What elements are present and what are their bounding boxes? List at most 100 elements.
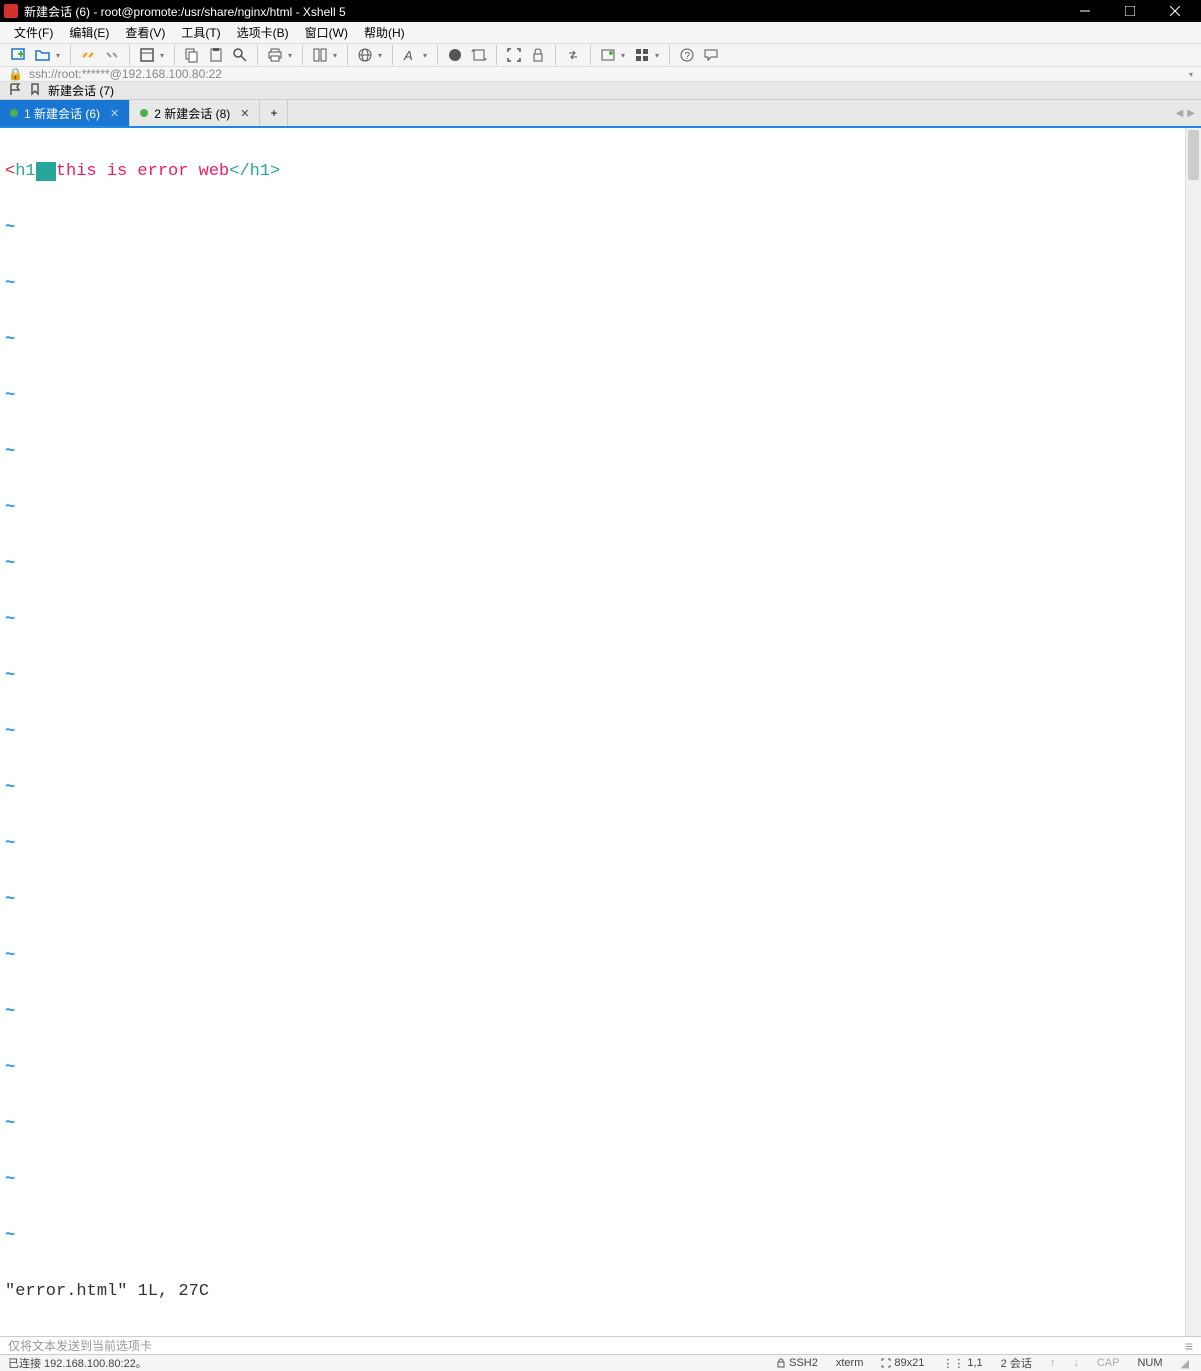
tab-bar: 1 新建会话 (6) ✕ 2 新建会话 (8) ✕ + ◀ ▶	[0, 100, 1201, 128]
app-icon	[4, 4, 18, 18]
separator	[257, 45, 258, 65]
terminal-tilde: ~	[5, 382, 1196, 410]
input-bar[interactable]: 仅将文本发送到当前选项卡 ≡	[0, 1336, 1201, 1355]
globe-icon[interactable]	[354, 44, 376, 66]
help-icon[interactable]: ?	[676, 44, 698, 66]
terminal-tilde: ~	[5, 886, 1196, 914]
terminal-line: <h1>this is error web</h1>	[5, 158, 1196, 186]
dropdown-icon[interactable]: ▾	[333, 51, 341, 60]
scrollbar-thumb[interactable]	[1188, 130, 1199, 180]
session-bar: 新建会话 (7)	[0, 82, 1201, 100]
resize-grip-icon[interactable]: ◢	[1177, 1357, 1193, 1370]
tile-icon[interactable]	[631, 44, 653, 66]
down-arrow-icon: ↓	[1069, 1357, 1083, 1369]
session-label[interactable]: 新建会话 (7)	[48, 82, 114, 99]
tab-session-1[interactable]: 1 新建会话 (6) ✕	[0, 100, 130, 126]
menu-tab[interactable]: 选项卡(B)	[231, 22, 295, 43]
terminal-tilde: ~	[5, 494, 1196, 522]
dropdown-icon[interactable]: ▾	[288, 51, 296, 60]
new-window-icon[interactable]	[597, 44, 619, 66]
vim-status-line: "error.html" 1L, 27C	[5, 1278, 1196, 1306]
color-icon[interactable]	[444, 44, 466, 66]
tab-label: 1 新建会话 (6)	[24, 105, 100, 122]
tab-session-2[interactable]: 2 新建会话 (8) ✕	[130, 100, 260, 126]
layout-icon[interactable]	[309, 44, 331, 66]
status-dot-icon	[10, 109, 18, 117]
menu-icon[interactable]: ≡	[1185, 1338, 1193, 1354]
separator	[590, 45, 591, 65]
terminal-tilde: ~	[5, 606, 1196, 634]
reconnect-icon[interactable]	[77, 44, 99, 66]
lock-icon[interactable]	[527, 44, 549, 66]
address-text[interactable]: ssh://root:******@192.168.100.80:22	[29, 67, 222, 81]
script-icon[interactable]	[468, 44, 490, 66]
session-count: 2 会话	[997, 1355, 1036, 1371]
menu-window[interactable]: 窗口(W)	[299, 22, 354, 43]
scrollbar[interactable]	[1185, 128, 1201, 1336]
search-icon[interactable]	[229, 44, 251, 66]
menu-tools[interactable]: 工具(T)	[175, 22, 226, 43]
flag-icon[interactable]	[8, 82, 22, 99]
terminal-tilde: ~	[5, 718, 1196, 746]
font-icon[interactable]: A	[399, 44, 421, 66]
lock-icon: 🔒	[8, 67, 23, 81]
dropdown-icon[interactable]: ▾	[621, 51, 629, 60]
terminal[interactable]: <h1>this is error web</h1> ~ ~ ~ ~ ~ ~ ~…	[0, 128, 1201, 1336]
open-icon[interactable]	[32, 44, 54, 66]
properties-icon[interactable]	[136, 44, 158, 66]
up-arrow-icon: ↑	[1046, 1357, 1060, 1369]
menu-edit[interactable]: 编辑(E)	[63, 22, 115, 43]
window-title: 新建会话 (6) - root@promote:/usr/share/nginx…	[24, 3, 1062, 20]
dropdown-icon[interactable]: ▾	[423, 51, 431, 60]
terminal-type: xterm	[832, 1357, 868, 1369]
toolbar: ▾ ▾ ▾ ▾ ▾ A ▾ ▾ ▾ ?	[0, 44, 1201, 67]
prev-tab-icon[interactable]: ◀	[1176, 108, 1184, 119]
next-tab-icon[interactable]: ▶	[1187, 108, 1195, 119]
dropdown-icon[interactable]: ▾	[1189, 70, 1193, 79]
copy-icon[interactable]	[181, 44, 203, 66]
maximize-button[interactable]	[1107, 0, 1152, 22]
status-bar: 已连接 192.168.100.80:22。 SSH2 xterm 89x21 …	[0, 1355, 1201, 1371]
chat-icon[interactable]	[700, 44, 722, 66]
terminal-tilde: ~	[5, 550, 1196, 578]
disconnect-icon[interactable]	[101, 44, 123, 66]
add-tab-button[interactable]: +	[260, 100, 288, 126]
close-icon[interactable]: ✕	[240, 107, 249, 120]
num-lock-status: NUM	[1133, 1357, 1166, 1369]
close-button[interactable]	[1152, 0, 1197, 22]
dropdown-icon[interactable]: ▾	[655, 51, 663, 60]
menu-view[interactable]: 查看(V)	[119, 22, 171, 43]
separator	[496, 45, 497, 65]
menu-file[interactable]: 文件(F)	[8, 22, 59, 43]
cursor: >	[36, 162, 56, 181]
address-bar: 🔒 ssh://root:******@192.168.100.80:22 ▾	[0, 67, 1201, 82]
terminal-tilde: ~	[5, 998, 1196, 1026]
bookmark-icon[interactable]	[28, 82, 42, 99]
terminal-tilde: ~	[5, 662, 1196, 690]
minimize-button[interactable]	[1062, 0, 1107, 22]
terminal-tilde: ~	[5, 1054, 1196, 1082]
menu-help[interactable]: 帮助(H)	[358, 22, 411, 43]
dropdown-icon[interactable]: ▾	[56, 51, 64, 60]
dropdown-icon[interactable]: ▾	[160, 51, 168, 60]
terminal-tilde: ~	[5, 1166, 1196, 1194]
transfer-icon[interactable]	[562, 44, 584, 66]
new-session-icon[interactable]	[8, 44, 30, 66]
separator	[347, 45, 348, 65]
print-icon[interactable]	[264, 44, 286, 66]
separator	[555, 45, 556, 65]
separator	[669, 45, 670, 65]
protocol-status: SSH2	[772, 1357, 822, 1369]
input-placeholder: 仅将文本发送到当前选项卡	[8, 1337, 152, 1354]
separator	[129, 45, 130, 65]
paste-icon[interactable]	[205, 44, 227, 66]
separator	[302, 45, 303, 65]
fullscreen-icon[interactable]	[503, 44, 525, 66]
tab-label: 2 新建会话 (8)	[154, 105, 230, 122]
close-icon[interactable]: ✕	[110, 107, 119, 120]
terminal-tilde: ~	[5, 1222, 1196, 1250]
status-dot-icon	[140, 109, 148, 117]
dropdown-icon[interactable]: ▾	[378, 51, 386, 60]
separator	[392, 45, 393, 65]
separator	[174, 45, 175, 65]
